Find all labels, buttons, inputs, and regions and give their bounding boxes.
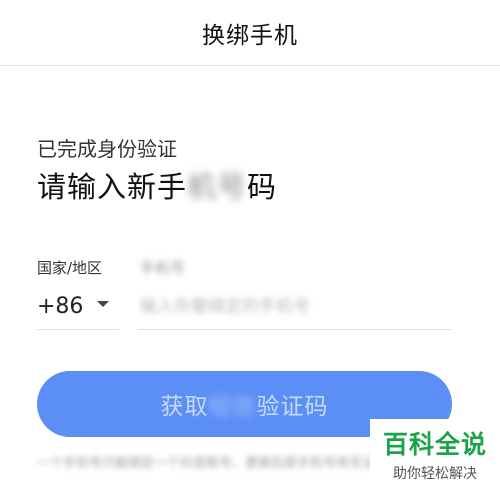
- button-label: 获取短信验证码: [161, 387, 329, 421]
- heading-text-suffix: 码: [247, 170, 278, 204]
- page-title: 换绑手机: [202, 22, 298, 49]
- watermark-logo: 百科全说 助你轻松解决: [370, 419, 500, 484]
- country-region-label: 国家/地区: [37, 259, 103, 277]
- phone-number-input[interactable]: [138, 284, 452, 330]
- watermark-title: 百科全说: [382, 430, 487, 459]
- button-label-obscured: 短信: [208, 394, 257, 420]
- header-bar: 换绑手机: [0, 0, 500, 66]
- button-label-prefix: 获取: [160, 394, 209, 420]
- instruction-heading: 请输入新手机号码: [37, 164, 277, 206]
- chevron-down-icon: [97, 301, 109, 307]
- button-label-suffix: 验证码: [256, 394, 329, 420]
- heading-text-prefix: 请输入新手: [37, 170, 188, 204]
- watermark-subtitle: 助你轻松解决: [393, 466, 477, 482]
- country-code-select[interactable]: +86: [37, 284, 119, 330]
- heading-text-obscured: 机号: [187, 170, 248, 204]
- phone-number-label: 手机号: [140, 259, 186, 277]
- footnote-text: 一个手机号只能绑定一个抖音账号，更换后原手机号将无法登录: [37, 456, 377, 471]
- verification-status: 已完成身份验证: [37, 137, 177, 161]
- country-code-value: +86: [37, 294, 84, 319]
